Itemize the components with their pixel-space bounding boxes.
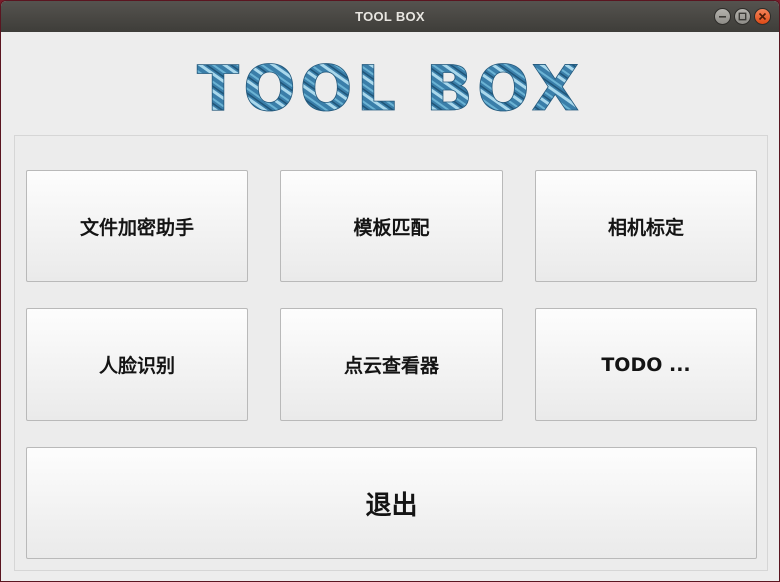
template-match-button[interactable]: 模板匹配 [280, 170, 503, 282]
title-bar[interactable]: TOOL BOX [1, 1, 779, 32]
banner-text: TOOL BOX [197, 56, 583, 118]
app-window: TOOL BOX TOOL BOX 文件加密助手 模板匹配 相机标定 人脸识别 … [0, 0, 780, 582]
face-recognition-button[interactable]: 人脸识别 [26, 308, 248, 421]
app-banner: TOOL BOX [1, 56, 779, 118]
file-encrypt-button[interactable]: 文件加密助手 [26, 170, 248, 282]
window-controls [714, 8, 771, 25]
banner-logo: TOOL BOX [196, 56, 583, 118]
close-icon[interactable] [754, 8, 771, 25]
todo-button[interactable]: TODO ... [535, 308, 757, 421]
exit-button[interactable]: 退出 [26, 447, 757, 559]
tool-panel: 文件加密助手 模板匹配 相机标定 人脸识别 点云查看器 TODO ... 退出 [14, 135, 768, 571]
pointcloud-viewer-button[interactable]: 点云查看器 [280, 308, 503, 421]
minimize-icon[interactable] [714, 8, 731, 25]
maximize-icon[interactable] [734, 8, 751, 25]
window-title: TOOL BOX [355, 9, 425, 24]
camera-calibration-button[interactable]: 相机标定 [535, 170, 757, 282]
